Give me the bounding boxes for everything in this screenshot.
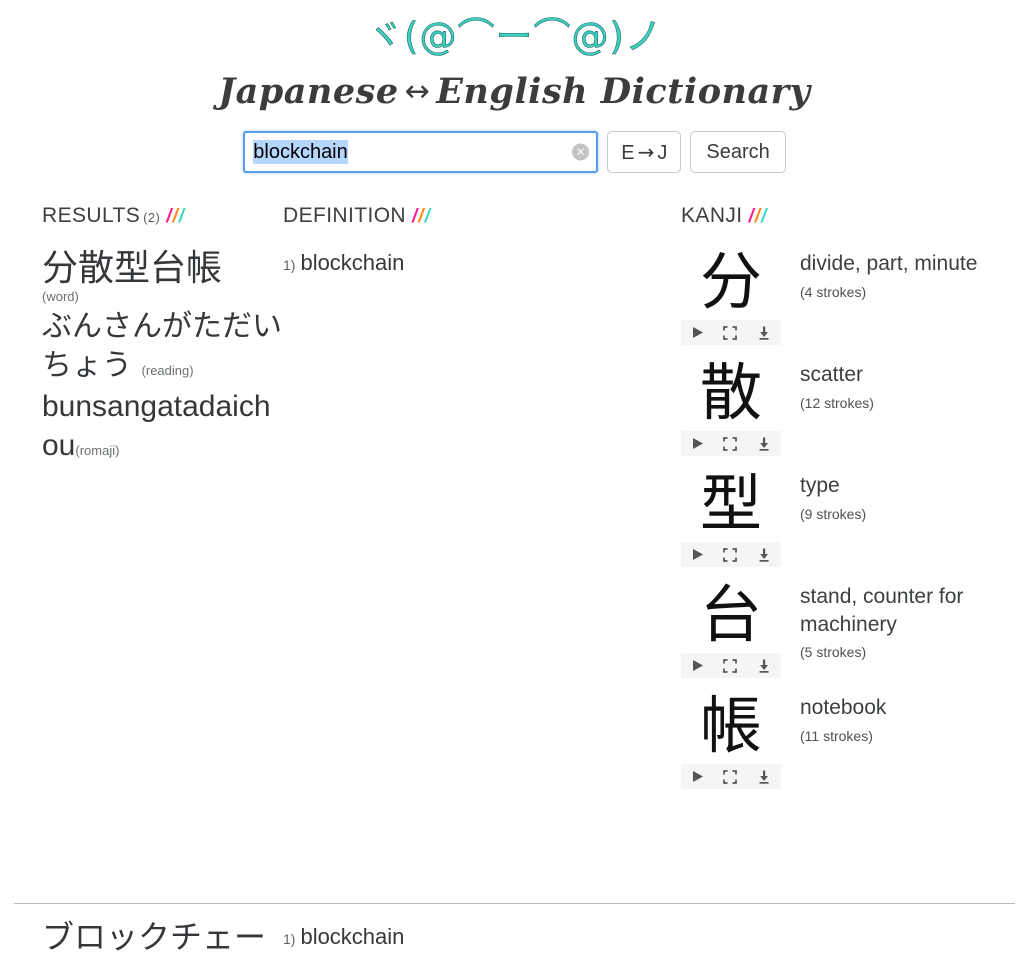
definition-header-label: DEFINITION <box>283 204 406 227</box>
kanji-meaning: scatter <box>800 363 864 386</box>
kanji-item: 分 divide, part, minute (4 strokes) <box>681 244 1011 345</box>
lang-to-label: J <box>657 141 668 164</box>
entry-reading: ぶんさんがただいちょう (reading) <box>42 308 282 385</box>
fullscreen-icon[interactable] <box>723 325 738 340</box>
kanji-meaning: stand, counter for machinery <box>800 585 964 636</box>
kanji-tools <box>681 764 781 789</box>
bidirectional-arrow-icon: ↔ <box>404 74 431 109</box>
fullscreen-icon[interactable] <box>723 769 738 784</box>
second-entry-definition: 1) blockchain <box>282 918 404 956</box>
search-input-wrapper: blockchain × <box>243 131 599 173</box>
kanji-meta: divide, part, minute (4 strokes) <box>781 244 977 300</box>
section-divider <box>14 903 1015 904</box>
play-icon[interactable] <box>691 437 704 450</box>
kanji-glyph[interactable]: 帳 <box>681 688 781 764</box>
header-slashes: /// <box>406 206 431 228</box>
kanji-header-label: KANJI <box>681 204 743 227</box>
results-header-label: RESULTS <box>42 204 141 227</box>
kanji-stroke-count: (12 strokes) <box>800 394 874 411</box>
results-column: RESULTS (2)/// 分散型台帳 (word) ぶんさんがただいちょう (… <box>42 204 282 465</box>
kanji-glyph[interactable]: 散 <box>681 355 781 431</box>
play-icon[interactable] <box>691 659 704 672</box>
kanji-meta: scatter (12 strokes) <box>781 355 874 411</box>
download-icon[interactable] <box>757 770 771 784</box>
kanji-meaning: type <box>800 474 840 497</box>
fullscreen-icon[interactable] <box>723 436 738 451</box>
download-icon[interactable] <box>757 437 771 451</box>
kanji-stroke-count: (4 strokes) <box>800 283 867 300</box>
definition-column-header: DEFINITION/// <box>283 204 663 228</box>
kanji-glyph[interactable]: 分 <box>681 244 781 320</box>
results-count: (2) <box>143 210 161 225</box>
kanji-meta: type (9 strokes) <box>781 466 866 522</box>
arrow-right-icon: → <box>637 139 655 164</box>
kanji-column-header: KANJI/// <box>681 204 1011 228</box>
header-slashes: /// <box>743 206 768 228</box>
kanji-box: 帳 <box>681 688 781 789</box>
kanji-item: 帳 notebook (11 strokes) <box>681 688 1011 789</box>
kanji-item: 散 scatter (12 strokes) <box>681 355 1011 456</box>
search-bar: blockchain × E→J Search <box>0 131 1029 173</box>
entry-word-tag: (word) <box>42 289 79 305</box>
slash-teal-icon: / <box>761 206 768 227</box>
kanji-meaning: notebook <box>800 696 887 719</box>
kanji-stroke-count: (11 strokes) <box>800 727 873 744</box>
page-title: Japanese ↔ English Dictionary <box>0 71 1029 112</box>
clear-icon[interactable]: × <box>572 143 590 161</box>
kanji-tools <box>681 542 781 567</box>
entry-reading-tag: (reading) <box>141 362 194 378</box>
header-slashes: /// <box>160 206 185 228</box>
language-direction-button[interactable]: E → J <box>607 131 682 173</box>
download-icon[interactable] <box>757 659 771 673</box>
lang-from-label: E <box>621 141 635 164</box>
kanji-column: KANJI/// 分 divide, part, minute (4 strokes… <box>681 204 1011 799</box>
entry-word-text: 分散型台帳 <box>42 248 223 289</box>
download-icon[interactable] <box>757 326 771 340</box>
kanji-tools <box>681 653 781 678</box>
kanji-box: 台 <box>681 577 781 678</box>
fullscreen-icon[interactable] <box>723 547 738 562</box>
second-result-row: ブロックチェー 1) blockchain <box>42 918 1029 956</box>
entry-word[interactable]: 分散型台帳 <box>42 248 282 289</box>
kanji-box: 型 <box>681 466 781 567</box>
kanji-stroke-count: (5 strokes) <box>800 644 867 661</box>
entry-romaji-tag: (romaji) <box>75 443 120 459</box>
kanji-tools <box>681 431 781 456</box>
results-column-header: RESULTS (2)/// <box>42 204 282 228</box>
kanji-glyph[interactable]: 台 <box>681 577 781 653</box>
second-definition-number: 1) <box>283 931 296 947</box>
kanji-meta: notebook (11 strokes) <box>781 688 886 744</box>
kanji-meaning: divide, part, minute <box>800 252 978 275</box>
kanji-tools <box>681 320 781 345</box>
fullscreen-icon[interactable] <box>723 658 738 673</box>
slash-teal-icon: / <box>178 206 186 227</box>
play-icon[interactable] <box>691 548 704 561</box>
search-input[interactable] <box>243 131 599 173</box>
definition-text: blockchain <box>300 250 405 275</box>
entry-romaji: bunsangatadaichou(romaji) <box>42 387 282 465</box>
second-entry-word[interactable]: ブロックチェー <box>42 918 282 956</box>
definition-row: 1) blockchain <box>283 250 663 276</box>
kanji-item: 台 stand, counter for machinery (5 strokes) <box>681 577 1011 678</box>
kaomoji-mascot: ヾ(@⌒ー⌒@)ノ <box>366 15 663 58</box>
page-title-left: Japanese <box>218 71 399 112</box>
kanji-list: 分 divide, part, minute (4 strokes) 散 scatter… <box>681 244 1011 789</box>
search-button[interactable]: Search <box>690 131 786 173</box>
definition-number: 1) <box>283 257 296 273</box>
definition-column: DEFINITION/// 1) blockchain <box>283 204 663 276</box>
play-icon[interactable] <box>691 770 704 783</box>
dictionary-page: ヾ(@⌒ー⌒@)ノ Japanese ↔ English Dictionary bl… <box>0 0 1029 965</box>
kanji-item: 型 type (9 strokes) <box>681 466 1011 567</box>
kanji-stroke-count: (9 strokes) <box>800 505 867 522</box>
kanji-meta: stand, counter for machinery (5 strokes) <box>781 577 1000 660</box>
second-definition-text: blockchain <box>300 924 405 949</box>
play-icon[interactable] <box>691 326 704 339</box>
kanji-box: 分 <box>681 244 781 345</box>
download-icon[interactable] <box>757 548 771 562</box>
page-title-right: English Dictionary <box>436 71 811 112</box>
slash-teal-icon: / <box>424 206 431 227</box>
kanji-box: 散 <box>681 355 781 456</box>
kanji-glyph[interactable]: 型 <box>681 466 781 542</box>
